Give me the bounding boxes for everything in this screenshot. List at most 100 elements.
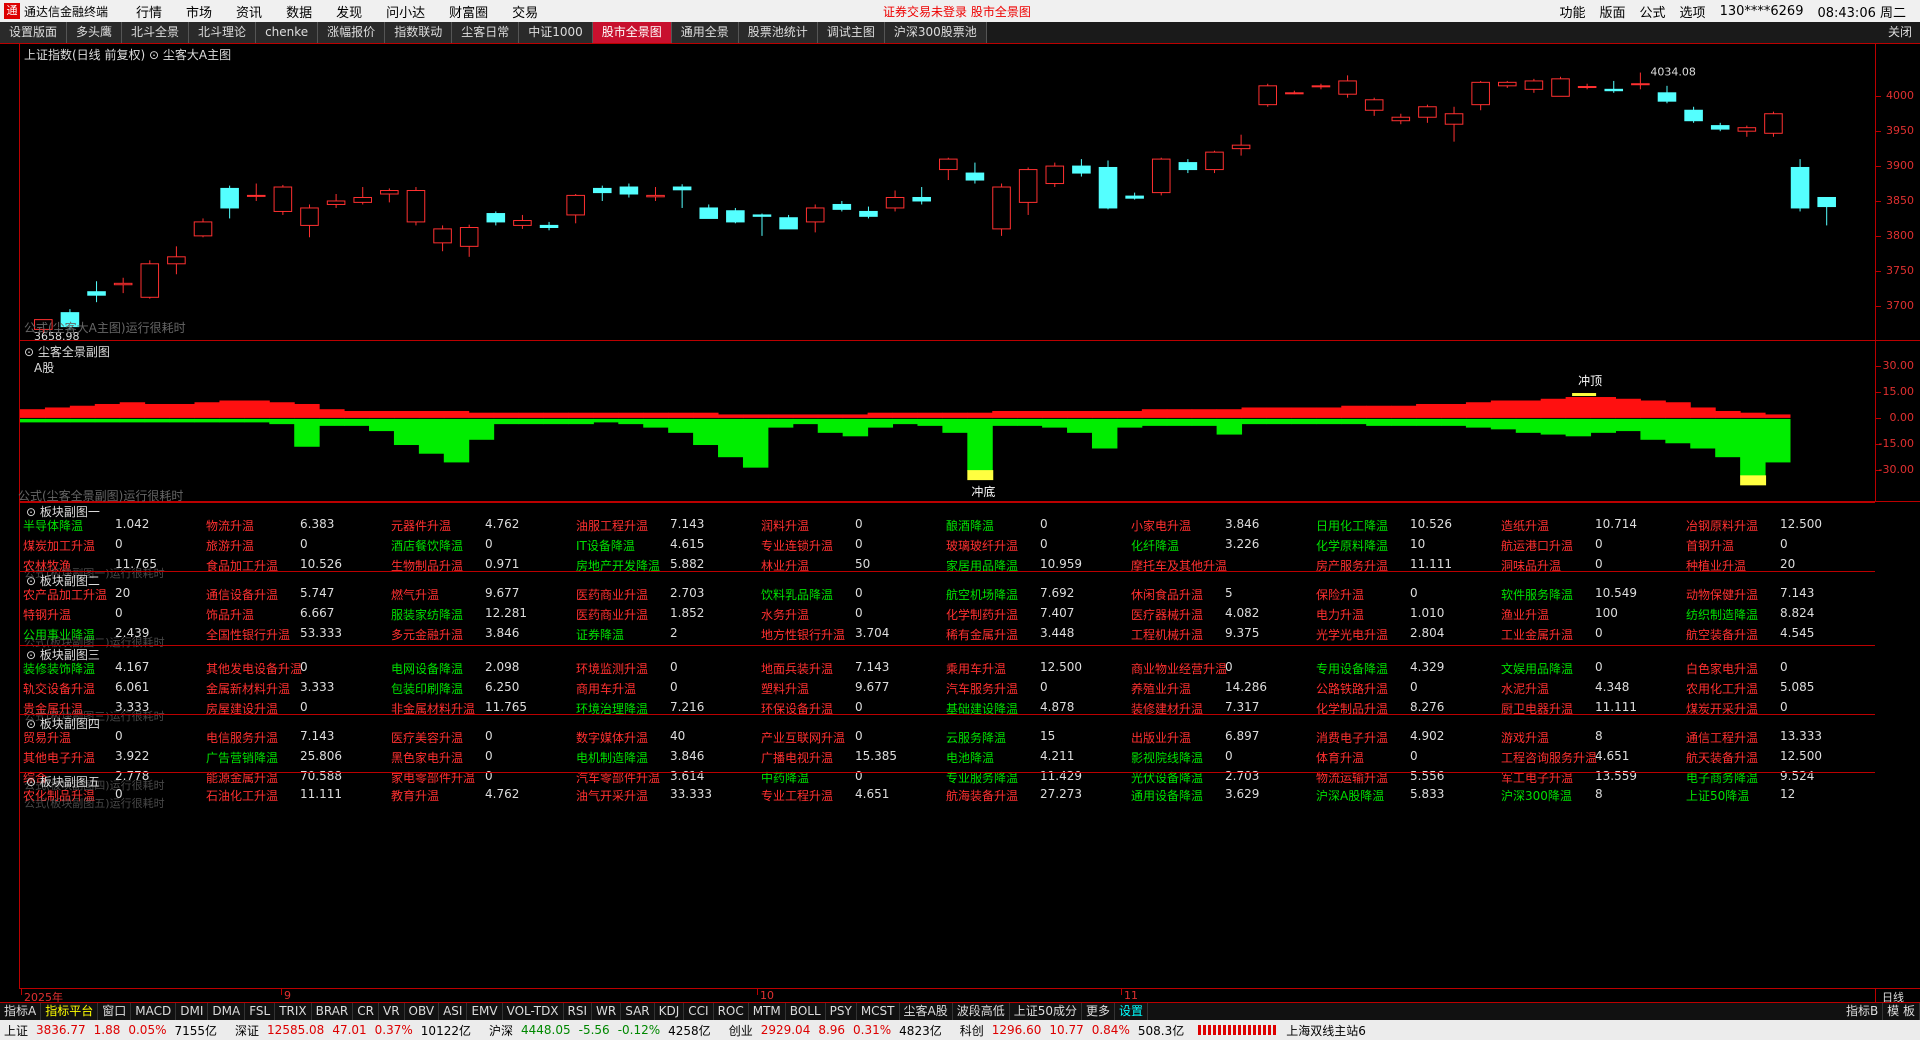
sector-name[interactable]: 全国性银行升温 xyxy=(206,626,290,643)
sector-name[interactable]: 软件服务降温 xyxy=(1501,586,1573,603)
sector-name[interactable]: 包装印刷降温 xyxy=(391,680,463,697)
sector-name[interactable]: 化学原料降温 xyxy=(1316,537,1388,554)
login-notice[interactable]: 证券交易未登录 股市全景图 xyxy=(883,3,1031,20)
candle-body[interactable] xyxy=(380,190,399,195)
menu-item-0[interactable]: 行情 xyxy=(136,6,162,21)
sector-name[interactable]: 光学光电升温 xyxy=(1316,626,1388,643)
candle-body[interactable] xyxy=(859,210,878,217)
candle-body[interactable] xyxy=(1551,78,1570,97)
indicator-tab-21[interactable]: MTM xyxy=(749,1003,786,1020)
sector-name[interactable]: 煤炭加工升温 xyxy=(23,537,95,554)
candle-body[interactable] xyxy=(619,186,639,195)
sector-panel-title[interactable]: ⊙ 板块副图四 xyxy=(20,714,1875,731)
sector-name[interactable]: IT设备降温 xyxy=(576,537,635,554)
sector-name[interactable]: 证券降温 xyxy=(576,626,624,643)
sector-name[interactable]: 医疗美容升温 xyxy=(391,729,463,746)
status-index-name[interactable]: 沪深 xyxy=(489,1022,513,1039)
candle-body[interactable] xyxy=(1764,113,1783,134)
indicator-tab-15[interactable]: RSI xyxy=(564,1003,593,1020)
sector-name[interactable]: 白色家电升温 xyxy=(1686,660,1758,677)
sector-name[interactable]: 水泥升温 xyxy=(1501,680,1549,697)
sector-name[interactable]: 工程机械升温 xyxy=(1131,626,1203,643)
sector-name[interactable]: 地面兵装升温 xyxy=(761,660,833,677)
status-index-name[interactable]: 深证 xyxy=(235,1022,259,1039)
candle-body[interactable] xyxy=(1151,158,1171,194)
candle-body[interactable] xyxy=(805,207,825,223)
candle-body[interactable] xyxy=(1737,127,1757,132)
candle-body[interactable] xyxy=(1231,144,1251,150)
indicator-tab-28[interactable]: 更多 xyxy=(1082,1003,1116,1020)
sector-name[interactable]: 环境监测升温 xyxy=(576,660,648,677)
sector-name[interactable]: 化学制药升温 xyxy=(946,606,1018,623)
topright-item-4[interactable]: 130****6269 xyxy=(1720,4,1804,19)
indicator-tab-18[interactable]: KDJ xyxy=(655,1003,685,1020)
tab-3[interactable]: 北斗理论 xyxy=(189,22,257,43)
sector-name[interactable]: 文娱用品降温 xyxy=(1501,660,1573,677)
candle-body[interactable] xyxy=(1790,166,1810,209)
candle-body[interactable] xyxy=(1710,125,1730,130)
sector-name[interactable]: 广告营销降温 xyxy=(206,749,278,766)
candle-body[interactable] xyxy=(1072,165,1091,174)
sector-name[interactable]: 地方性银行升温 xyxy=(761,626,845,643)
sector-name[interactable]: 油气开采升温 xyxy=(576,787,648,804)
sector-name[interactable]: 稀有金属升温 xyxy=(946,626,1018,643)
candle-body[interactable] xyxy=(1178,162,1198,171)
tab-13[interactable]: 沪深300股票池 xyxy=(884,22,987,43)
sector-name[interactable]: 黑色家电升温 xyxy=(391,749,463,766)
candle-body[interactable] xyxy=(433,228,452,244)
candle-body[interactable] xyxy=(246,194,266,197)
sector-name[interactable]: 农用化工升温 xyxy=(1686,680,1758,697)
sector-name[interactable]: 石油化工升温 xyxy=(206,787,278,804)
sub-chart-pane[interactable]: ⊙ 尘客全景副图 A股 冲顶 冲底 公式(尘客全景副图)运行很耗时 xyxy=(18,341,1875,503)
candle-body[interactable] xyxy=(779,217,798,230)
sector-name[interactable]: 其他电子升温 xyxy=(23,749,95,766)
sector-name[interactable]: 饰品升温 xyxy=(206,606,254,623)
candle-body[interactable] xyxy=(1684,109,1703,122)
indicator-tab-5[interactable]: DMA xyxy=(208,1003,246,1020)
menu-item-1[interactable]: 市场 xyxy=(186,6,212,21)
candle-body[interactable] xyxy=(939,158,958,171)
sector-name[interactable]: 航天装备升温 xyxy=(1686,749,1758,766)
sector-name[interactable]: 专业连锁升温 xyxy=(761,537,833,554)
tab-11[interactable]: 股票池统计 xyxy=(738,22,818,43)
candle-body[interactable] xyxy=(220,187,239,209)
sector-name[interactable]: 冶钢原料升温 xyxy=(1686,517,1758,534)
sector-name[interactable]: 工业金属升温 xyxy=(1501,626,1573,643)
tab-1[interactable]: 多头鹰 xyxy=(67,22,123,43)
tab-5[interactable]: 涨幅报价 xyxy=(318,22,386,43)
sector-name[interactable]: 商用车升温 xyxy=(576,680,636,697)
sector-name[interactable]: 特钢升温 xyxy=(23,606,71,623)
candle-body[interactable] xyxy=(1577,86,1597,89)
menu-item-6[interactable]: 财富圈 xyxy=(449,6,488,21)
tab-7[interactable]: 尘客日常 xyxy=(452,22,520,43)
indicator-tab-2[interactable]: 窗口 xyxy=(98,1003,132,1020)
sentiment-bar-chart[interactable]: 冲顶冲底 xyxy=(20,341,1875,501)
sector-name[interactable]: 电信服务升温 xyxy=(206,729,278,746)
indicator-tab-25[interactable]: 尘客A股 xyxy=(900,1003,953,1020)
sector-name[interactable]: 渔业升温 xyxy=(1501,606,1549,623)
indicator-tab-24[interactable]: MCST xyxy=(857,1003,900,1020)
candle-body[interactable] xyxy=(1471,81,1490,106)
sector-name[interactable]: 造纸升温 xyxy=(1501,517,1549,534)
sector-name[interactable]: 工程咨询服务升温 xyxy=(1501,749,1597,766)
candle-body[interactable] xyxy=(1285,92,1304,95)
candle-body[interactable] xyxy=(406,190,426,223)
sector-name[interactable]: 休闲食品升温 xyxy=(1131,586,1203,603)
sector-name[interactable]: 通用设备降温 xyxy=(1131,787,1203,804)
bottom-right-tab-0[interactable]: 指标B xyxy=(1842,1003,1884,1020)
candle-body[interactable] xyxy=(300,207,319,226)
sector-name[interactable]: 通信工程升温 xyxy=(1686,729,1758,746)
candle-body[interactable] xyxy=(1631,83,1650,86)
sector-name[interactable]: 燃气升温 xyxy=(391,586,439,603)
topright-item-1[interactable]: 版面 xyxy=(1600,2,1626,21)
candle-body[interactable] xyxy=(539,224,559,228)
sector-name[interactable]: 医疗器械升温 xyxy=(1131,606,1203,623)
sector-name[interactable]: 专用设备降温 xyxy=(1316,660,1388,677)
candle-body[interactable] xyxy=(965,172,985,181)
sector-name[interactable]: 电网设备降温 xyxy=(391,660,463,677)
topright-item-0[interactable]: 功能 xyxy=(1560,2,1586,21)
sector-name[interactable]: 化纤降温 xyxy=(1131,537,1179,554)
sector-name[interactable]: 保险升温 xyxy=(1316,586,1364,603)
sector-name[interactable]: 日用化工降温 xyxy=(1316,517,1388,534)
indicator-tab-22[interactable]: BOLL xyxy=(786,1003,826,1020)
